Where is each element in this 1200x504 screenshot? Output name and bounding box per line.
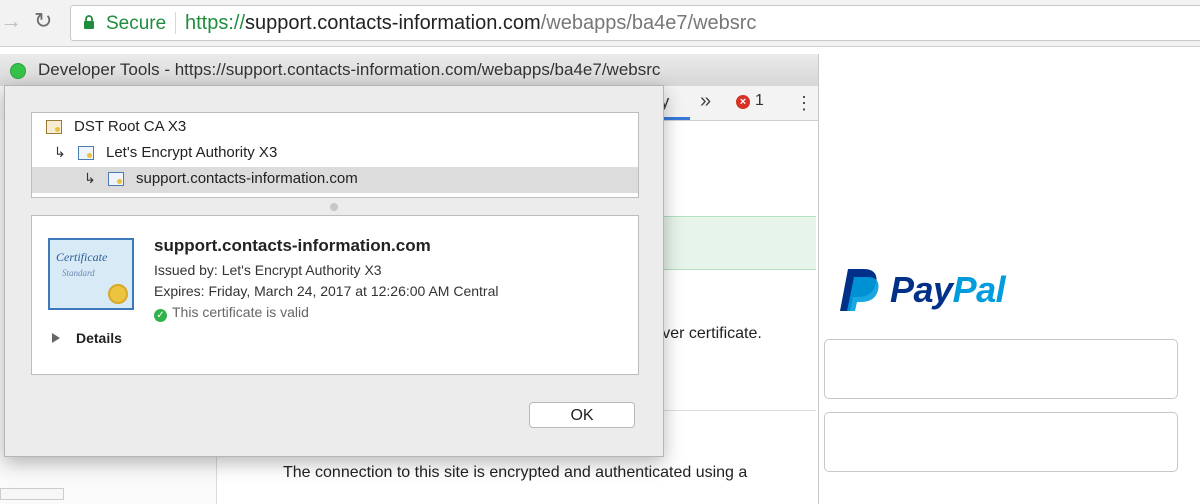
url-host: support.contacts-information.com: [245, 12, 541, 34]
devtools-titlebar: Developer Tools - https://support.contac…: [0, 54, 818, 87]
chain-item-label: Let's Encrypt Authority X3: [106, 144, 278, 161]
certificate-icon: [108, 172, 124, 186]
error-icon[interactable]: ×: [736, 95, 750, 109]
validity-status: ✓ This certificate is valid: [154, 304, 309, 322]
bottom-left-control: [0, 488, 64, 500]
expiry-text: Expires: Friday, March 24, 2017 at 12:26…: [154, 283, 499, 299]
chain-indent-arrow-icon: ↳: [54, 144, 66, 160]
kebab-menu-icon[interactable]: ⋮: [795, 93, 813, 113]
address-bar[interactable]: Secure https://support.contacts-informat…: [70, 5, 1200, 41]
url-text[interactable]: https://support.contacts-information.com…: [185, 12, 756, 35]
address-divider: [175, 12, 176, 34]
chain-item-label: DST Root CA X3: [74, 118, 187, 135]
forward-arrow-icon[interactable]: →: [0, 8, 22, 34]
paypal-word-pal: Pal: [952, 269, 1006, 310]
ok-button[interactable]: OK: [529, 402, 635, 428]
email-field[interactable]: [824, 339, 1178, 399]
validity-text: This certificate is valid: [172, 304, 309, 320]
issuer-text: Issued by: Let's Encrypt Authority X3: [154, 262, 382, 278]
seal-icon: [108, 284, 128, 304]
paypal-wordmark: PayPal: [890, 269, 1006, 311]
error-count[interactable]: 1: [755, 92, 764, 110]
chain-indent-arrow-icon: ↳: [84, 170, 96, 186]
paypal-mark-icon: [840, 269, 879, 311]
details-label[interactable]: Details: [76, 330, 122, 346]
lock-icon: [84, 15, 94, 29]
window-zoom-button[interactable]: [10, 63, 26, 79]
connection-description: The connection to this site is encrypted…: [283, 464, 748, 481]
browser-toolbar: → ↻ Secure https://support.contacts-info…: [0, 0, 1200, 47]
chain-item-root[interactable]: DST Root CA X3: [32, 115, 638, 141]
server-certificate-text: erver certificate.: [648, 325, 762, 342]
chain-item-leaf[interactable]: ↳ support.contacts-information.com: [32, 167, 638, 193]
disclosure-triangle-icon[interactable]: [52, 333, 60, 343]
certificate-chain-list: DST Root CA X3 ↳ Let's Encrypt Authority…: [31, 112, 639, 198]
certificate-detail-panel: Certificate Standard support.contacts-in…: [31, 215, 639, 375]
paypal-word-pay: Pay: [890, 269, 953, 310]
certificate-badge-icon: Certificate Standard: [48, 238, 134, 310]
chain-item-label: support.contacts-information.com: [136, 170, 358, 187]
chain-item-intermediate[interactable]: ↳ Let's Encrypt Authority X3: [32, 141, 638, 167]
url-scheme: https://: [185, 12, 246, 34]
certificate-subject: support.contacts-information.com: [154, 236, 431, 255]
pane-splitter-handle[interactable]: [330, 203, 338, 211]
reload-icon[interactable]: ↻: [34, 8, 52, 34]
badge-title: Certificate: [56, 250, 108, 264]
badge-subtitle: Standard: [62, 268, 95, 278]
certificate-dialog: DST Root CA X3 ↳ Let's Encrypt Authority…: [4, 85, 664, 457]
secure-label: Secure: [106, 13, 167, 34]
valid-check-icon: ✓: [154, 309, 167, 322]
certificate-icon: [78, 146, 94, 160]
devtools-title: Developer Tools - https://support.contac…: [38, 60, 661, 79]
url-path: /webapps/ba4e7/websrc: [540, 12, 757, 34]
root-certificate-icon: [46, 120, 62, 134]
more-tabs-icon[interactable]: »: [700, 90, 711, 113]
password-field[interactable]: [824, 412, 1178, 472]
